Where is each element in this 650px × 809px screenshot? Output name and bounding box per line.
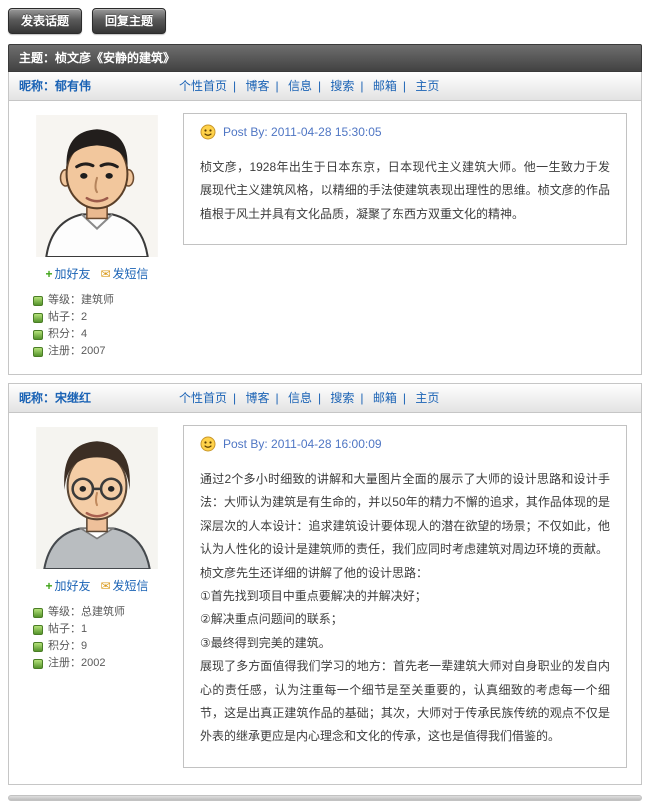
user-nav-links: 个性首页博客信息搜索邮箱主页 [179, 77, 631, 94]
user-stats: 等级：建筑师 帖子：2 积分：4 注册：2007 [23, 292, 171, 360]
nav-link-home[interactable]: 主页 [403, 391, 439, 405]
user-nav-links: 个性首页博客信息搜索邮箱主页 [179, 389, 631, 406]
stat-points: 积分：4 [33, 326, 171, 343]
post-content-column: Post By: 2011-04-28 16:00:09 通过2个多小时细致的讲… [179, 413, 641, 784]
nav-link-blog[interactable]: 博客 [233, 391, 269, 405]
points-icon [33, 642, 43, 652]
smiley-icon [200, 124, 216, 140]
nav-link-profile[interactable]: 个性首页 [179, 391, 227, 405]
avatar-image-male [36, 115, 158, 257]
nav-link-info[interactable]: 信息 [275, 79, 311, 93]
nickname-area: 昵称：郁有伟 [19, 77, 179, 94]
post-timestamp: Post By: 2011-04-28 15:30:05 [223, 125, 382, 139]
nav-link-search[interactable]: 搜索 [318, 79, 354, 93]
friend-actions: +加好友✉发短信 [23, 577, 171, 594]
envelope-icon: ✉ [100, 267, 110, 281]
level-icon [33, 608, 43, 618]
stat-registered: 注册：2007 [33, 343, 171, 360]
thread-toolbar: 发表话题 回复主题 [8, 8, 642, 34]
user-stats: 等级：总建筑师 帖子：1 积分：9 注册：2002 [23, 604, 171, 672]
post-body-text: 通过2个多小时细致的讲解和大量图片全面的展示了大师的设计思路和设计手法：大师认为… [200, 468, 610, 749]
post-header: 昵称：郁有伟 个性首页博客信息搜索邮箱主页 [9, 72, 641, 101]
avatar [36, 115, 158, 257]
stat-level: 等级：建筑师 [33, 292, 171, 309]
nav-link-mail[interactable]: 邮箱 [360, 79, 396, 93]
friend-actions: +加好友 ✉发短信 [23, 265, 171, 282]
registered-icon [33, 347, 43, 357]
send-message-link[interactable]: ✉发短信 [100, 267, 148, 281]
avatar-image-female [36, 427, 158, 569]
post-topic-button[interactable]: 发表话题 [8, 8, 82, 34]
nav-link-mail[interactable]: 邮箱 [360, 391, 396, 405]
forum-post-1: 昵称：郁有伟 个性首页博客信息搜索邮箱主页 [8, 72, 642, 375]
topic-title: 主题：桢文彦《安静的建筑》 [19, 51, 175, 65]
post-timestamp: Post By: 2011-04-28 16:00:09 [223, 437, 382, 451]
nav-link-info[interactable]: 信息 [275, 391, 311, 405]
forum-thread-page: 发表话题 回复主题 主题：桢文彦《安静的建筑》 昵称：郁有伟 个性首页博客信息搜… [0, 0, 650, 809]
nav-link-profile[interactable]: 个性首页 [179, 79, 227, 93]
post-body-row: +加好友 ✉发短信 等级：建筑师 帖子：2 积分：4 注册：2007 [9, 101, 641, 374]
nickname-label: 昵称：宋继红 [19, 391, 91, 405]
posts-icon [33, 313, 43, 323]
add-friend-link[interactable]: +加好友 [45, 267, 90, 281]
user-info-column: +加好友✉发短信 等级：总建筑师 帖子：1 积分：9 注册：2002 [9, 413, 179, 686]
forum-post-2: 昵称：宋继红 个性首页博客信息搜索邮箱主页 [8, 383, 642, 785]
reply-topic-button[interactable]: 回复主题 [92, 8, 166, 34]
add-friend-icon: + [45, 267, 52, 281]
stat-level: 等级：总建筑师 [33, 604, 171, 621]
registered-icon [33, 659, 43, 669]
bottom-divider [8, 795, 642, 801]
stat-registered: 注册：2002 [33, 655, 171, 672]
points-icon [33, 330, 43, 340]
post-content-box: Post By: 2011-04-28 16:00:09 通过2个多小时细致的讲… [183, 425, 627, 768]
nav-link-home[interactable]: 主页 [403, 79, 439, 93]
post-header: 昵称：宋继红 个性首页博客信息搜索邮箱主页 [9, 384, 641, 413]
postby-row: Post By: 2011-04-28 15:30:05 [200, 124, 610, 140]
level-icon [33, 296, 43, 306]
nav-link-search[interactable]: 搜索 [318, 391, 354, 405]
nav-link-blog[interactable]: 博客 [233, 79, 269, 93]
topic-title-bar: 主题：桢文彦《安静的建筑》 [8, 44, 642, 72]
posts-icon [33, 625, 43, 635]
avatar [36, 427, 158, 569]
user-info-column: +加好友 ✉发短信 等级：建筑师 帖子：2 积分：4 注册：2007 [9, 101, 179, 374]
postby-row: Post By: 2011-04-28 16:00:09 [200, 436, 610, 452]
nickname-label: 昵称：郁有伟 [19, 79, 91, 93]
post-body-row: +加好友✉发短信 等级：总建筑师 帖子：1 积分：9 注册：2002 [9, 413, 641, 784]
stat-posts: 帖子：2 [33, 309, 171, 326]
stat-posts: 帖子：1 [33, 621, 171, 638]
smiley-icon [200, 436, 216, 452]
post-body-text: 桢文彦，1928年出生于日本东京，日本现代主义建筑大师。他一生致力于发展现代主义… [200, 156, 610, 226]
nickname-area: 昵称：宋继红 [19, 389, 179, 406]
post-content-box: Post By: 2011-04-28 15:30:05 桢文彦，1928年出生… [183, 113, 627, 245]
post-content-column: Post By: 2011-04-28 15:30:05 桢文彦，1928年出生… [179, 101, 641, 261]
stat-points: 积分：9 [33, 638, 171, 655]
